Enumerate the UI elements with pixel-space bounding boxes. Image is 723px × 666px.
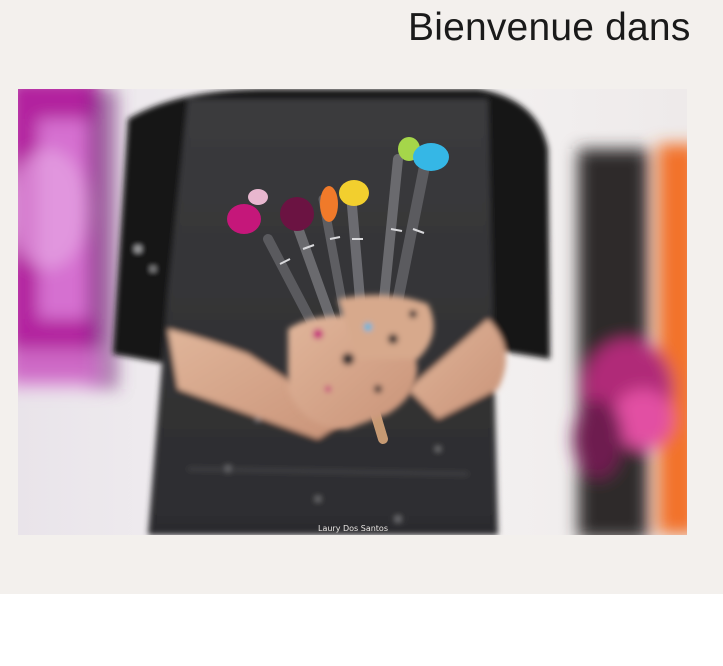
brush-tip-cyan (413, 143, 449, 171)
left-painting (18, 89, 118, 389)
brush-tip-magenta (227, 204, 261, 234)
right-painting (573, 144, 687, 535)
hero-section: Bienvenue dans Laury Dos Santos (0, 0, 723, 594)
brush-tip-pink (248, 189, 268, 205)
hero-photo: Laury Dos Santos (18, 89, 687, 535)
page-title: Bienvenue dans (408, 6, 691, 49)
brush-tip-plum (280, 197, 314, 231)
photo-credit: Laury Dos Santos (318, 524, 388, 533)
page-footer-area (0, 594, 723, 666)
brush-tip-yellow (339, 180, 369, 206)
brush-tip-orange (320, 186, 338, 222)
